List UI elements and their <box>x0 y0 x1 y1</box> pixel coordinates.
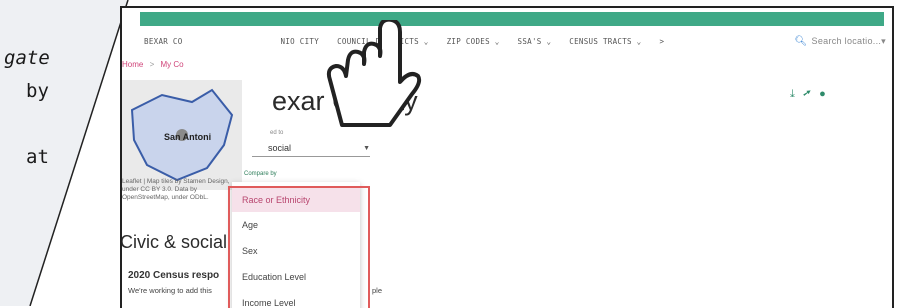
search-icon: 🔍︎ <box>794 35 808 47</box>
nav-ssas[interactable]: SSA'S ⌄ <box>518 37 552 46</box>
card-text: We're working to add this <box>128 286 212 295</box>
browser-frame: BEXAR CO NIO CITY COUNCIL DISTRICTS ⌄ ZI… <box>120 6 894 308</box>
section-title: Civic & social <box>120 232 228 252</box>
card-title: 2020 Census respo <box>128 270 220 281</box>
topic-select-label: ed to <box>270 130 284 136</box>
nav-bexar-county[interactable]: BEXAR CO <box>144 37 183 46</box>
breadcrumb-home[interactable]: Home <box>122 60 143 69</box>
county-map[interactable]: San Antoni <box>122 80 242 190</box>
nav-zip-codes[interactable]: ZIP CODES ⌄ <box>447 37 500 46</box>
nav-next-arrow[interactable]: > <box>660 37 665 46</box>
toolbar: ⤓➚● <box>790 88 834 101</box>
main-nav: BEXAR CO NIO CITY COUNCIL DISTRICTS ⌄ ZI… <box>144 32 886 50</box>
search-input[interactable]: 🔍︎ Search locatio... ▾ <box>795 36 886 47</box>
topic-select-value: social <box>268 143 292 153</box>
pointing-hand-icon <box>326 20 422 127</box>
share-icon[interactable]: ➚ <box>803 88 819 100</box>
highlight-box <box>228 186 370 308</box>
card-text-end: ple <box>372 286 383 295</box>
top-bar <box>140 12 884 26</box>
search-placeholder: Search locatio... <box>811 36 882 46</box>
compare-by-label: Compare by <box>244 171 277 177</box>
nav-census-tracts[interactable]: CENSUS TRACTS ⌄ <box>569 37 641 46</box>
map-place-label: San Antoni <box>164 132 212 142</box>
map-attribution: Leaflet | Map tiles by Stamen Design, un… <box>122 178 230 201</box>
chevron-down-icon: ▼ <box>363 144 370 152</box>
download-icon[interactable]: ⤓ <box>790 88 803 100</box>
breadcrumb: Home > My Co <box>122 60 184 69</box>
info-circle-icon[interactable]: ● <box>819 88 834 100</box>
topic-select[interactable]: social ▼ <box>252 140 370 157</box>
search-caret: ▾ <box>881 35 886 46</box>
breadcrumb-current[interactable]: My Co <box>160 60 183 69</box>
breadcrumb-separator: > <box>149 60 155 69</box>
